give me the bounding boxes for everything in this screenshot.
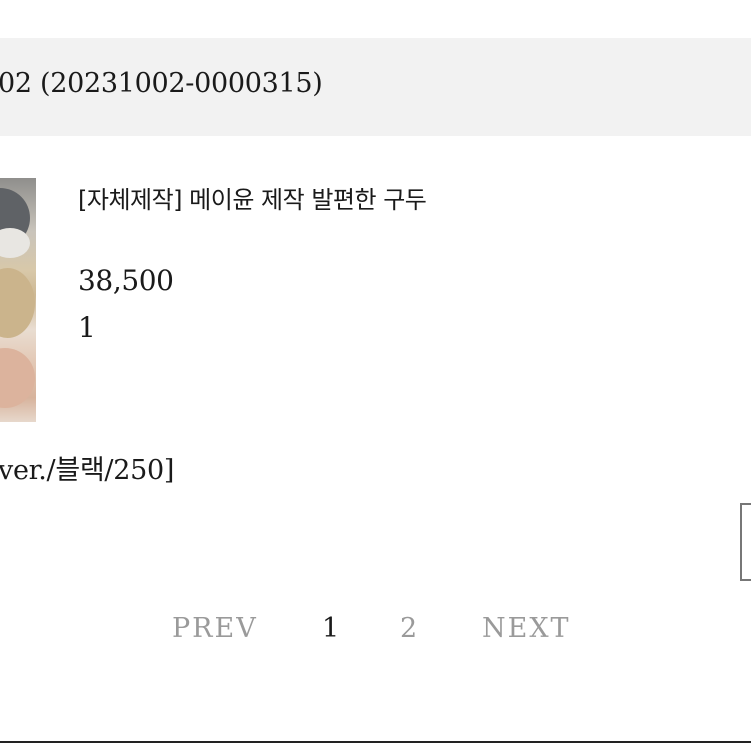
order-number: 02 (20231002-0000315) <box>0 68 323 99</box>
product-name[interactable]: [자체제작] 메이윤 제작 발편한 구두 <box>78 180 427 215</box>
prev-page-link[interactable]: PREV <box>172 613 258 644</box>
product-quantity: 1 <box>78 311 96 344</box>
pagination: PREV 1 2 NEXT <box>0 613 751 653</box>
product-thumbnail[interactable] <box>0 178 36 422</box>
side-action-button[interactable] <box>740 503 751 581</box>
product-option: ver./블랙/250] <box>0 455 175 486</box>
page-link-2[interactable]: 2 <box>400 613 417 644</box>
page-link-1[interactable]: 1 <box>322 613 339 644</box>
bottom-divider <box>0 741 751 743</box>
product-price: 38,500 <box>78 264 174 297</box>
next-page-link[interactable]: NEXT <box>482 613 571 644</box>
